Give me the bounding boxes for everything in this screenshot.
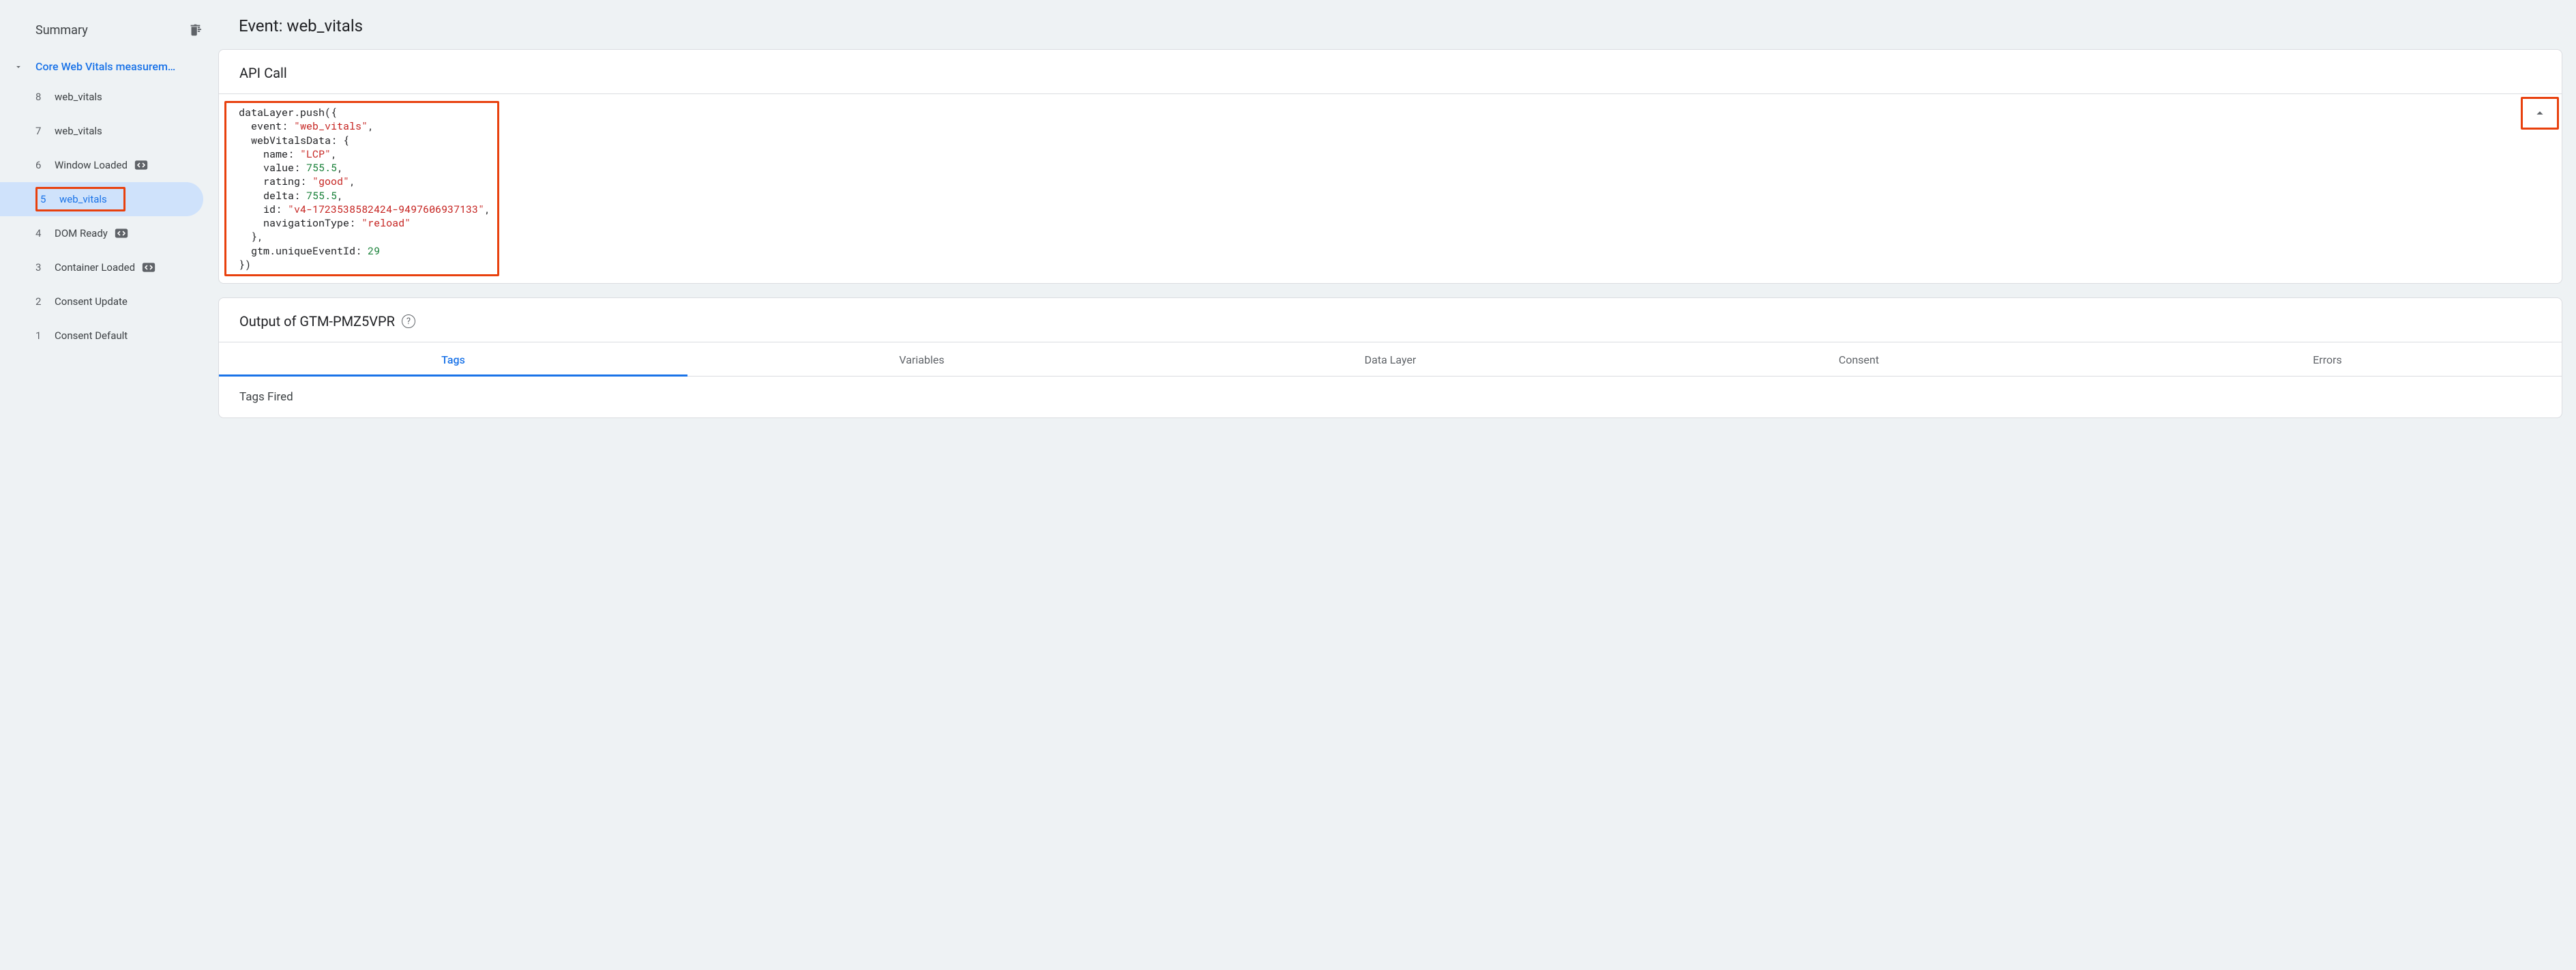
event-number: 4: [35, 227, 55, 239]
event-item-4[interactable]: 4DOM Ready: [0, 216, 203, 250]
tab-data-layer[interactable]: Data Layer: [1156, 342, 1625, 377]
tab-variables[interactable]: Variables: [687, 342, 1156, 377]
group-label: Core Web Vitals measurem…: [35, 60, 175, 73]
output-header: Output of GTM-PMZ5VPR ?: [219, 298, 2562, 342]
page-title: Event: web_vitals: [218, 11, 2562, 49]
event-label: web_vitals: [55, 125, 102, 137]
trash-icon: [188, 23, 203, 38]
tags-fired-title: Tags Fired: [239, 390, 2541, 404]
collapse-button[interactable]: [2521, 97, 2559, 130]
caret-down-icon: [14, 62, 25, 72]
event-label: web_vitals: [55, 91, 102, 103]
tab-consent[interactable]: Consent: [1625, 342, 2093, 377]
event-item-6[interactable]: 6Window Loaded: [0, 148, 203, 182]
code-icon: [142, 262, 156, 273]
sidebar-header: Summary: [0, 0, 218, 53]
tab-body: Tags Fired: [219, 377, 2562, 417]
api-call-card: API Call dataLayer.push({ event: "web_vi…: [218, 49, 2562, 284]
event-number: 8: [35, 91, 55, 103]
code-icon: [115, 228, 128, 239]
event-item-5[interactable]: 5web_vitals: [0, 182, 203, 216]
event-number: 7: [35, 125, 55, 137]
tab-tags[interactable]: Tags: [219, 342, 687, 377]
clear-events-button[interactable]: [186, 20, 205, 40]
event-label: Consent Default: [55, 329, 128, 342]
event-label: Container Loaded: [55, 261, 135, 274]
event-label: Consent Update: [55, 295, 128, 308]
api-code: dataLayer.push({ event: "web_vitals", we…: [239, 106, 490, 271]
api-call-header: API Call: [219, 50, 2562, 94]
event-item-2[interactable]: 2Consent Update: [0, 284, 203, 319]
event-number: 3: [35, 261, 55, 274]
sidebar: Summary Core Web Vitals measurem… 8web_v…: [0, 0, 218, 970]
event-item-8[interactable]: 8web_vitals: [0, 80, 203, 114]
main-content: Event: web_vitals API Call dataLayer.pus…: [218, 0, 2576, 970]
event-number: 6: [35, 159, 55, 171]
event-label: Window Loaded: [55, 159, 128, 171]
event-number: 1: [35, 329, 55, 342]
api-call-title: API Call: [239, 65, 287, 81]
api-call-body: dataLayer.push({ event: "web_vitals", we…: [219, 94, 2562, 283]
output-title: Output of GTM-PMZ5VPR: [239, 313, 395, 329]
group-header[interactable]: Core Web Vitals measurem…: [0, 53, 218, 80]
code-icon: [134, 160, 148, 171]
event-label: DOM Ready: [55, 227, 108, 239]
tab-errors[interactable]: Errors: [2093, 342, 2562, 377]
event-label: web_vitals: [59, 193, 107, 205]
event-item-3[interactable]: 3Container Loaded: [0, 250, 203, 284]
help-icon[interactable]: ?: [402, 314, 415, 328]
summary-title: Summary: [35, 23, 88, 38]
event-list: 8web_vitals7web_vitals6Window Loaded5web…: [0, 80, 218, 353]
chevron-up-icon: [2532, 106, 2547, 121]
api-code-highlight: dataLayer.push({ event: "web_vitals", we…: [224, 101, 499, 276]
event-item-7[interactable]: 7web_vitals: [0, 114, 203, 148]
output-tabs: TagsVariablesData LayerConsentErrors: [219, 342, 2562, 377]
event-number: 2: [35, 295, 55, 308]
event-item-1[interactable]: 1Consent Default: [0, 319, 203, 353]
output-card: Output of GTM-PMZ5VPR ? TagsVariablesDat…: [218, 297, 2562, 418]
event-number: 5: [40, 193, 59, 205]
